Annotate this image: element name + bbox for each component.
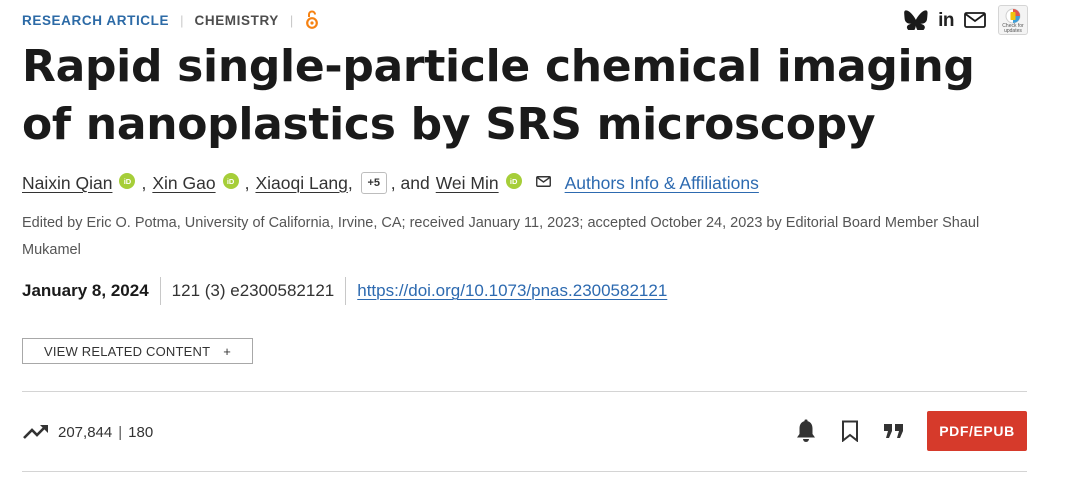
article-type-label[interactable]: RESEARCH ARTICLE [22,13,169,28]
author-comma: , [141,172,147,193]
orcid-icon[interactable]: iD [222,173,239,189]
linkedin-icon[interactable]: in [938,11,954,30]
article-header-bar: RESEARCH ARTICLE | CHEMISTRY | in Check … [22,5,1028,35]
orcid-icon[interactable]: iD [505,173,522,189]
open-access-icon [305,10,319,30]
author-name[interactable]: Xin Gao [152,173,215,194]
metrics-separator: | [118,423,123,441]
article-title: Rapid single-particle chemical imaging o… [22,41,975,150]
corresponding-author-email-icon[interactable] [535,176,551,187]
publication-meta: January 8, 2024 121 (3) e2300582121 http… [22,277,667,305]
and-text: , and [390,172,430,193]
citations-count: 180 [128,423,154,441]
authors-affiliations-link[interactable]: Authors Info & Affiliations [565,173,759,194]
more-authors-button[interactable]: +5 [360,172,387,194]
author-list: Naixin Qian iD , Xin Gao iD , Xiaoqi Lan… [22,170,759,196]
divider [22,391,1027,392]
crossmark-icon[interactable]: Check for updates [998,5,1028,35]
meta-divider [159,277,161,305]
email-icon[interactable] [964,12,986,28]
subject-label[interactable]: CHEMISTRY [195,13,279,28]
article-actions: PDF/EPUB [777,411,1027,451]
crossmark-caption: Check for updates [1002,23,1024,34]
author-name[interactable]: Naixin Qian [22,173,112,194]
divider [22,471,1027,472]
bluesky-icon[interactable] [904,10,928,30]
header-separator-2: | [289,12,294,28]
related-button-label: VIEW RELATED CONTENT [43,343,211,359]
view-related-content-button[interactable]: VIEW RELATED CONTENT + [22,338,253,364]
editorial-info: Edited by Eric O. Potma, University of C… [22,215,980,258]
article-metrics[interactable]: 207,844 | 180 [22,419,153,445]
author-name[interactable]: Wei Min [436,173,499,194]
bell-icon[interactable] [791,416,821,446]
author-name[interactable]: Xiaoqi Lang [255,173,347,194]
trend-icon [22,423,50,441]
citation-info: 121 (3) e2300582121 [171,281,335,300]
meta-divider [345,277,347,305]
cite-icon[interactable] [879,416,909,446]
author-comma: , [244,172,250,193]
orcid-icon[interactable]: iD [119,173,136,189]
doi-link[interactable]: https://doi.org/10.1073/pnas.2300582121 [357,281,667,301]
publication-date: January 8, 2024 [22,281,149,300]
header-separator: | [180,12,184,28]
expand-icon: + [223,343,232,359]
pdf-epub-button[interactable]: PDF/EPUB [927,411,1027,451]
share-toolbar: in Check for updates [904,5,1028,35]
bookmark-icon[interactable] [835,416,865,446]
views-count: 207,844 [58,423,113,441]
author-comma: , [347,172,353,193]
